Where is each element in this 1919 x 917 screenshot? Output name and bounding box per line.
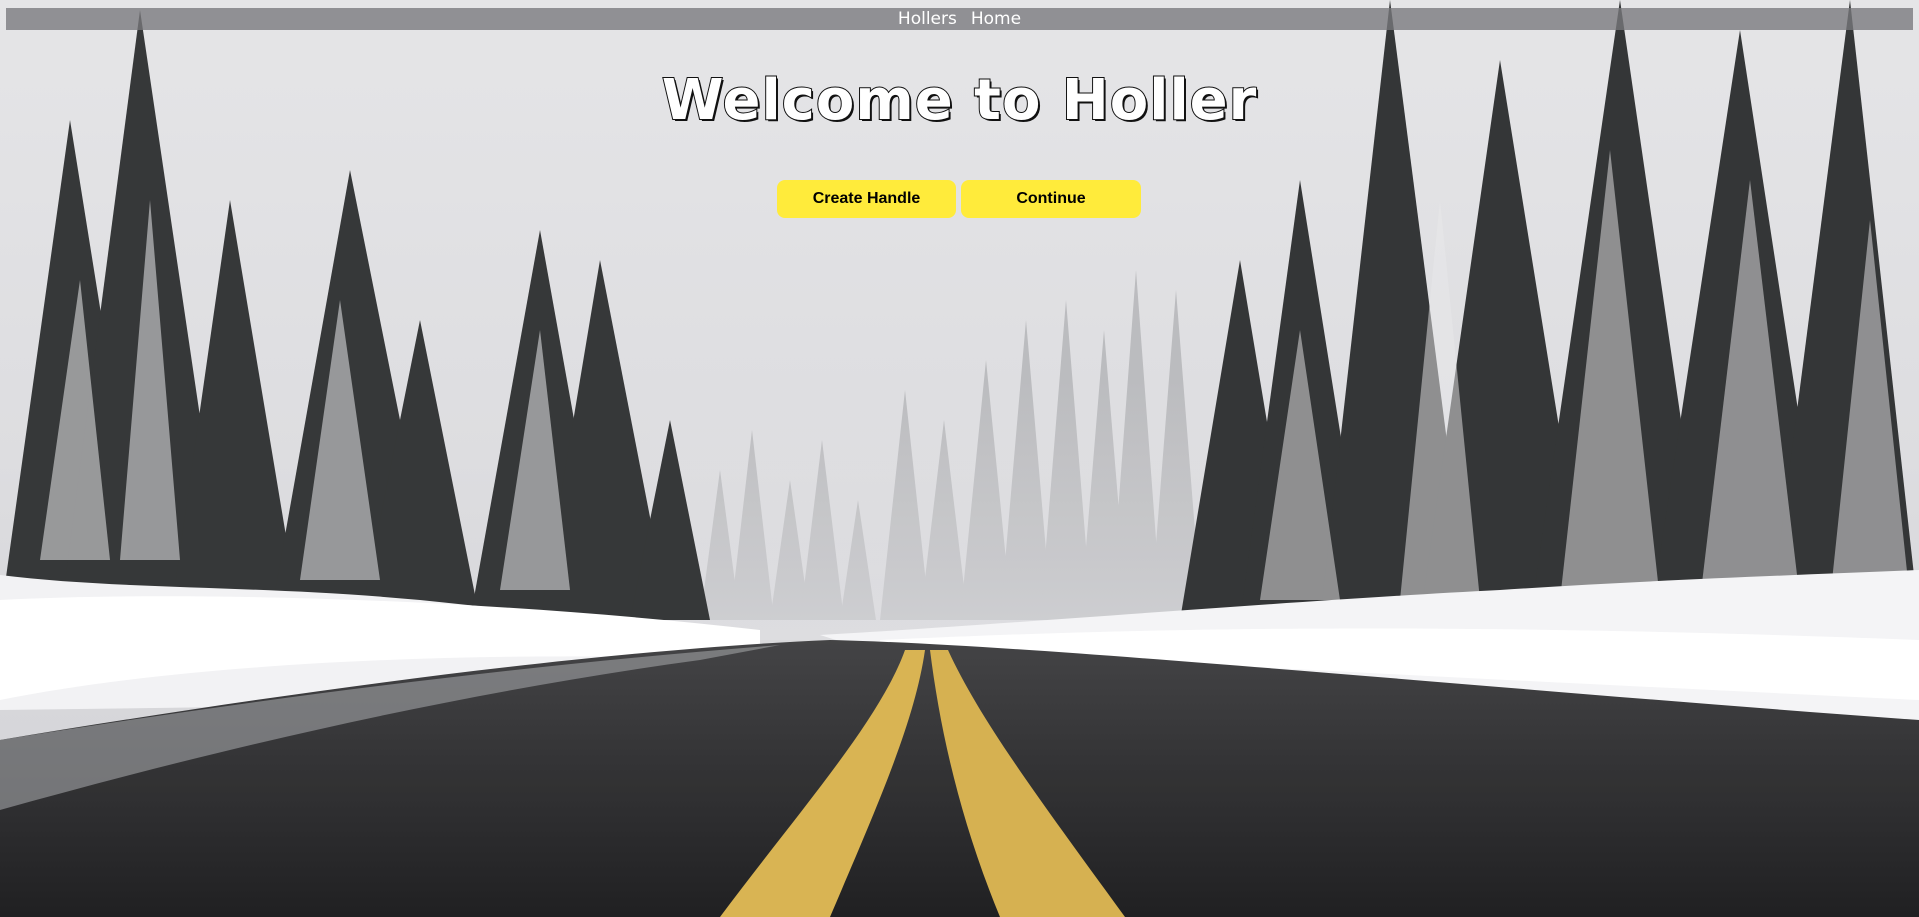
top-navbar: Hollers Home — [6, 8, 1913, 30]
nav-link-home[interactable]: Home — [971, 8, 1021, 30]
create-handle-button[interactable]: Create Handle — [777, 180, 956, 218]
action-buttons: Create Handle Continue — [777, 180, 1141, 218]
page-title: Welcome to Holler — [661, 67, 1258, 134]
continue-button[interactable]: Continue — [961, 180, 1141, 218]
background-image — [0, 0, 1919, 917]
landing-page: Hollers Home Welcome to Holler Create Ha… — [0, 0, 1919, 917]
nav-link-hollers[interactable]: Hollers — [898, 8, 957, 30]
